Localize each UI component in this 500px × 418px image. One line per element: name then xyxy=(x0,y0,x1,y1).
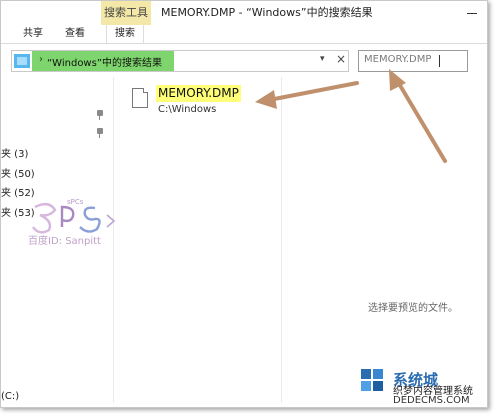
annotation-arrows xyxy=(255,69,447,163)
explorer-window: 搜索工具 MEMORY.DMP - “Windows”中的搜索结果 共享 查看 … xyxy=(0,0,488,408)
brand-url: DEDECMS.COM xyxy=(393,395,470,406)
windows-logo-icon xyxy=(361,369,383,391)
